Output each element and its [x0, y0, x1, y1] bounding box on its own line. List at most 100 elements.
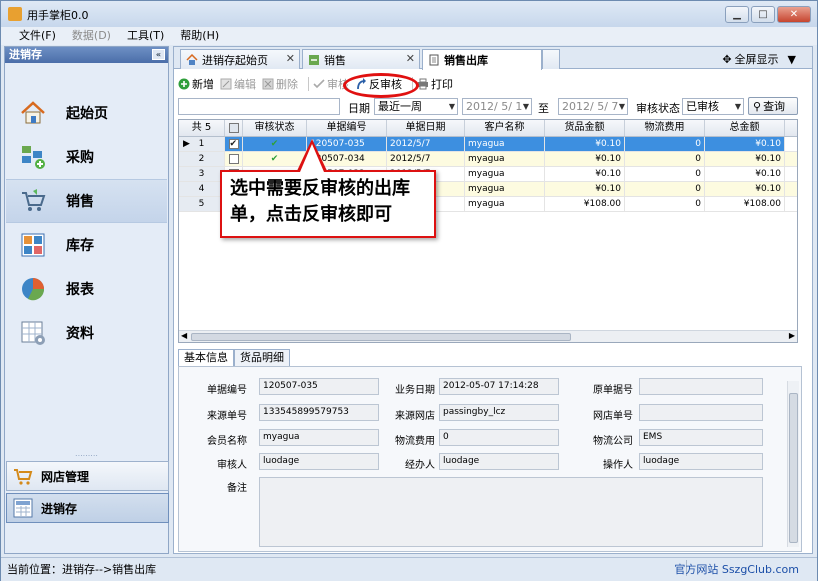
callout-pointer-fill	[300, 144, 324, 172]
main-panel: 进销存起始页 ✕ 销售 ✕ 销售出库 ✥ 全屏显示 ▼ 新增 编辑 删除 审核 …	[173, 46, 813, 554]
shop-label: 来源网店	[395, 411, 435, 422]
sidebar-item-label: 进销存	[41, 501, 78, 516]
scroll-right-icon[interactable]: ▶	[789, 331, 795, 340]
maximize-button[interactable]: □	[751, 6, 775, 23]
new-tab-button[interactable]	[542, 49, 560, 69]
col-customer[interactable]: 客户名称	[465, 120, 545, 136]
menu-help[interactable]: 帮助(H)	[180, 27, 219, 45]
delete-button[interactable]: 删除	[262, 76, 298, 92]
search-button[interactable]: ⚲ 查询	[748, 97, 798, 115]
tab-label: 销售出库	[444, 54, 488, 67]
col-goods-amount[interactable]: 货品金额	[545, 120, 625, 136]
handler-field[interactable]: luodage	[439, 453, 559, 470]
date-to-picker[interactable]: 2012/ 5/ 7	[558, 98, 628, 115]
header-checkbox[interactable]	[225, 120, 243, 136]
member-label: 会员名称	[207, 436, 247, 447]
new-button[interactable]: 新增	[178, 76, 214, 92]
close-button[interactable]: ✕	[777, 6, 811, 23]
vertical-scrollbar[interactable]	[787, 381, 799, 547]
tab-sales[interactable]: 销售 ✕	[302, 49, 420, 69]
sidebar-item-shop-management[interactable]: 网店管理	[6, 461, 169, 491]
menu-data[interactable]: 数据(D)	[72, 27, 111, 45]
new-label: 新增	[192, 78, 214, 91]
cell-goods-amount: ¥0.10	[545, 182, 625, 196]
table-row[interactable]: 2 ✔ 120507-034 2012/5/7 myagua ¥0.10 0 ¥…	[179, 152, 797, 167]
col-freight[interactable]: 物流费用	[625, 120, 705, 136]
cell-customer: myagua	[465, 167, 545, 181]
tab-sales-outbound[interactable]: 销售出库	[422, 49, 542, 70]
freight-field[interactable]: 0	[439, 429, 559, 446]
close-tab-icon[interactable]: ✕	[406, 52, 415, 65]
sidebar-item-label: 采购	[66, 150, 94, 166]
edit-button[interactable]: 编辑	[220, 76, 256, 92]
row-count: 共 5	[179, 120, 225, 136]
member-field[interactable]: myagua	[259, 429, 379, 446]
sidebar-item-label: 资料	[66, 326, 94, 342]
cell-goods-amount: ¥0.10	[545, 167, 625, 181]
official-site-link[interactable]: 官方网站 SszgClub.com	[674, 561, 799, 577]
toolbar-separator	[308, 77, 309, 91]
home-icon	[186, 53, 198, 66]
search-label: 查询	[763, 100, 786, 113]
col-date[interactable]: 单据日期	[387, 120, 465, 136]
sidebar-item-jinxiaocun[interactable]: 进销存	[6, 493, 169, 523]
row-number: ▶ 1	[179, 137, 225, 151]
inventory-icon	[20, 232, 46, 258]
splitter-grip[interactable]: .........	[5, 450, 168, 459]
table-row[interactable]: ▶ 1 ✔ ✔ 120507-035 2012/5/7 myagua ¥0.10 …	[179, 137, 797, 152]
horizontal-scrollbar[interactable]: ◀ ▶	[179, 330, 797, 342]
collapse-icon[interactable]: «	[152, 49, 165, 60]
keyword-input[interactable]	[178, 98, 340, 115]
sidebar-item-inventory[interactable]: 库存	[6, 223, 167, 267]
logistics-field[interactable]: EMS	[639, 429, 763, 446]
sidebar-item-home[interactable]: 起始页	[6, 91, 167, 135]
sidebar-item-purchase[interactable]: 采购	[6, 135, 167, 179]
remark-textarea[interactable]	[259, 477, 763, 547]
sidebar-item-label: 起始页	[66, 106, 108, 122]
sidebar-item-reports[interactable]: 报表	[6, 267, 167, 311]
tab-goods-detail[interactable]: 货品明细	[234, 349, 290, 366]
shop-field[interactable]: passingby_lcz	[439, 404, 559, 421]
sidebar-item-data[interactable]: 资料	[6, 311, 167, 355]
code-field[interactable]: 120507-035	[259, 378, 379, 395]
scrollbar-thumb[interactable]	[191, 333, 571, 341]
col-code[interactable]: 单据编号	[307, 120, 387, 136]
tab-home[interactable]: 进销存起始页 ✕	[180, 49, 300, 69]
cell-customer: myagua	[465, 152, 545, 166]
col-status[interactable]: 审核状态	[243, 120, 307, 136]
minimize-button[interactable]: ▁	[725, 6, 749, 23]
row-checkbox[interactable]: ✔	[225, 137, 243, 151]
menu-file[interactable]: 文件(F)	[19, 27, 56, 45]
home-icon	[20, 100, 46, 126]
sidebar-title: 进销存	[9, 48, 42, 61]
cell-date: 2012/5/7	[387, 137, 465, 151]
row-checkbox[interactable]	[225, 152, 243, 166]
delete-label: 删除	[276, 78, 298, 91]
shopno-field[interactable]	[639, 404, 763, 421]
date-from-picker[interactable]: 2012/ 5/ 1	[462, 98, 532, 115]
app-logo-icon	[8, 7, 22, 21]
cell-freight: 0	[625, 182, 705, 196]
period-select[interactable]: 最近一周	[374, 98, 458, 115]
sidebar-item-sales[interactable]: 销售	[6, 179, 167, 223]
operator-field[interactable]: luodage	[639, 453, 763, 470]
detail-tabs: 基本信息 货品明细	[178, 349, 290, 367]
src-label: 来源单号	[207, 411, 247, 422]
menu-tools[interactable]: 工具(T)	[127, 27, 164, 45]
bizdate-field[interactable]: 2012-05-07 17:14:28	[439, 378, 559, 395]
col-total[interactable]: 总金额	[705, 120, 785, 136]
status-select[interactable]: 已审核	[682, 98, 744, 115]
scrollbar-thumb[interactable]	[789, 393, 798, 543]
print-button[interactable]: 打印	[417, 76, 453, 92]
scroll-left-icon[interactable]: ◀	[181, 331, 187, 340]
fullscreen-toggle[interactable]: ✥ 全屏显示 ▼	[722, 51, 796, 67]
operator-label: 操作人	[603, 460, 633, 471]
edit-icon	[220, 78, 232, 90]
close-tab-icon[interactable]: ✕	[286, 52, 295, 65]
orig-field[interactable]	[639, 378, 763, 395]
auditor-field[interactable]: luodage	[259, 453, 379, 470]
src-field[interactable]: 133545899579753	[259, 404, 379, 421]
tab-basic-info[interactable]: 基本信息	[178, 349, 234, 366]
cell-goods-amount: ¥0.10	[545, 152, 625, 166]
search-icon: ⚲	[753, 99, 762, 113]
